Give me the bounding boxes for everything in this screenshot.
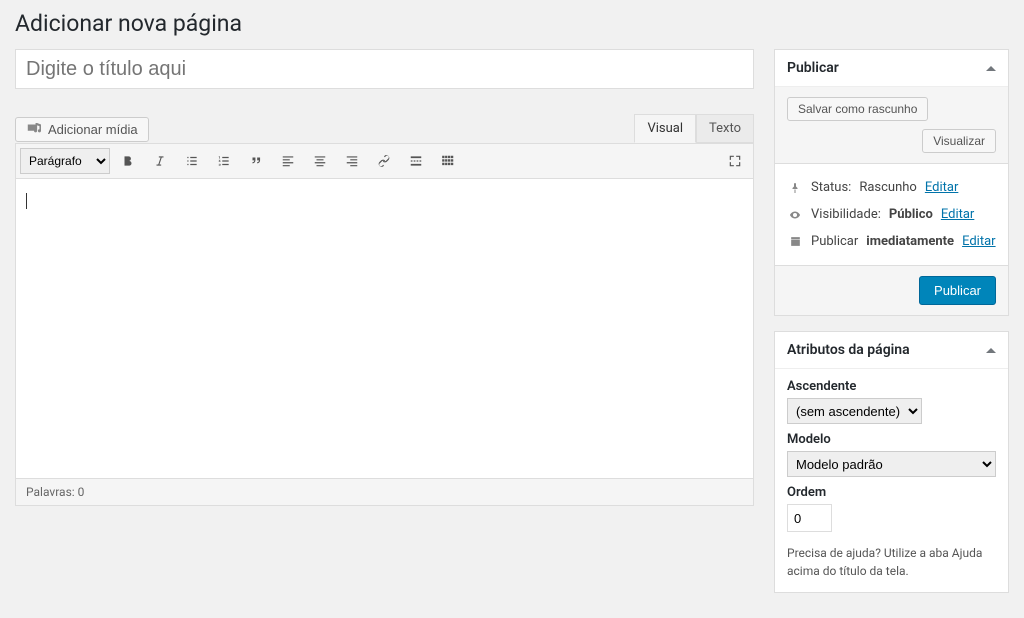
schedule-value: imediatamente [866, 234, 954, 249]
attributes-box-header[interactable]: Atributos da página [775, 332, 1008, 369]
editor-status-bar: Palavras: 0 [15, 479, 754, 506]
numbered-list-button[interactable] [210, 148, 238, 174]
collapse-icon [986, 348, 996, 353]
save-draft-button[interactable]: Salvar como rascunho [787, 97, 928, 121]
template-label: Modelo [787, 432, 996, 447]
tab-text[interactable]: Texto [696, 114, 754, 143]
page-heading: Adicionar nova página [15, 10, 1009, 37]
edit-schedule-link[interactable]: Editar [962, 234, 996, 249]
template-select[interactable]: Modelo padrão [787, 451, 996, 477]
status-value: Rascunho [859, 180, 917, 195]
publish-box-title: Publicar [787, 60, 839, 76]
status-label: Status: [811, 180, 851, 195]
visibility-value: Público [889, 207, 933, 222]
attributes-help-text: Precisa de ajuda? Utilize a aba Ajuda ac… [787, 544, 996, 580]
order-input[interactable] [787, 504, 832, 532]
publish-box-header[interactable]: Publicar [775, 50, 1008, 87]
collapse-icon [986, 66, 996, 71]
bullet-list-button[interactable] [178, 148, 206, 174]
blockquote-button[interactable] [242, 148, 270, 174]
align-right-button[interactable] [338, 148, 366, 174]
parent-select[interactable]: (sem ascendente) [787, 398, 922, 424]
pin-icon [787, 181, 803, 195]
title-input[interactable] [15, 49, 754, 89]
schedule-label: Publicar [811, 234, 858, 249]
link-button[interactable] [370, 148, 398, 174]
readmore-button[interactable] [402, 148, 430, 174]
preview-button[interactable]: Visualizar [922, 129, 996, 153]
edit-status-link[interactable]: Editar [925, 180, 959, 195]
bold-button[interactable] [114, 148, 142, 174]
italic-button[interactable] [146, 148, 174, 174]
eye-icon [787, 209, 803, 221]
toolbar-toggle-button[interactable] [434, 148, 462, 174]
align-left-button[interactable] [274, 148, 302, 174]
tab-visual[interactable]: Visual [634, 114, 696, 143]
parent-label: Ascendente [787, 379, 996, 394]
publish-box: Publicar Salvar como rascunho Visualizar… [774, 49, 1009, 316]
word-count: Palavras: 0 [26, 485, 84, 499]
content-editor[interactable] [15, 179, 754, 479]
add-media-label: Adicionar mídia [48, 122, 138, 137]
edit-visibility-link[interactable]: Editar [941, 207, 975, 222]
text-cursor [26, 193, 27, 209]
order-label: Ordem [787, 485, 996, 500]
format-select[interactable]: Parágrafo [20, 148, 110, 174]
calendar-icon [787, 235, 803, 248]
visibility-label: Visibilidade: [811, 207, 881, 222]
add-media-button[interactable]: Adicionar mídia [15, 117, 149, 142]
camera-music-icon [26, 123, 42, 137]
publish-button[interactable]: Publicar [919, 276, 996, 305]
fullscreen-button[interactable] [721, 148, 749, 174]
align-center-button[interactable] [306, 148, 334, 174]
page-attributes-box: Atributos da página Ascendente (sem asce… [774, 331, 1009, 593]
attributes-box-title: Atributos da página [787, 342, 910, 358]
